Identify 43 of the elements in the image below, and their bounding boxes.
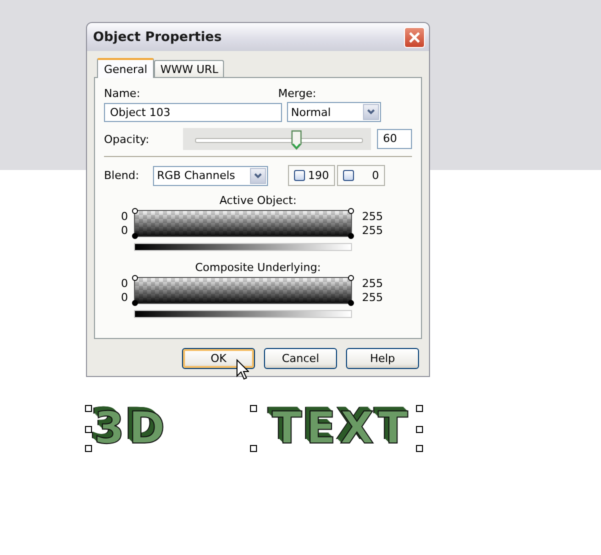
range-value: 0 bbox=[120, 290, 128, 304]
number-spinner[interactable]: 190 bbox=[288, 165, 336, 186]
merge-dropdown[interactable]: Normal bbox=[287, 102, 381, 122]
range-value: 255 bbox=[362, 224, 384, 237]
range-value: 255 bbox=[362, 290, 384, 304]
gradient-range[interactable] bbox=[134, 210, 352, 237]
number-spinner[interactable]: 0 bbox=[337, 165, 386, 186]
field-label: Blend: bbox=[104, 169, 140, 182]
section-title: Active Object: bbox=[218, 194, 298, 207]
selection-handle[interactable] bbox=[416, 405, 423, 412]
tab[interactable]: General bbox=[97, 58, 154, 78]
selection-handle[interactable] bbox=[416, 426, 423, 433]
tab[interactable]: WWW URL bbox=[154, 60, 224, 77]
field-label: Merge: bbox=[278, 87, 316, 100]
ok-button[interactable]: OK bbox=[182, 348, 255, 369]
name-field[interactable]: Object 103 bbox=[104, 102, 282, 122]
range-value: 255 bbox=[362, 210, 384, 224]
close-icon bbox=[409, 32, 420, 42]
selection-handle[interactable] bbox=[250, 445, 257, 452]
spin-handle-icon bbox=[343, 170, 354, 181]
field-label: Name: bbox=[104, 87, 140, 100]
gradient-range[interactable] bbox=[134, 277, 352, 304]
cancel-button[interactable]: Cancel bbox=[264, 348, 337, 369]
range-value: 0 bbox=[120, 210, 128, 224]
opacity-slider[interactable] bbox=[183, 128, 371, 150]
selection-handle[interactable] bbox=[85, 405, 92, 412]
cursor-icon bbox=[236, 359, 249, 380]
slider-thumb[interactable] bbox=[290, 130, 302, 150]
selection-handle[interactable] bbox=[250, 405, 257, 412]
selection-handle[interactable] bbox=[85, 445, 92, 452]
selection-handle[interactable] bbox=[85, 426, 92, 433]
range-value: 0 bbox=[120, 277, 128, 290]
section-title: Composite Underlying: bbox=[194, 261, 322, 274]
window-title: Object Properties bbox=[93, 30, 222, 44]
help-button[interactable]: Help bbox=[346, 348, 419, 369]
selection-handle[interactable] bbox=[416, 445, 423, 452]
blend-dropdown[interactable]: RGB Channels bbox=[153, 166, 268, 186]
range-value: 0 bbox=[120, 224, 128, 237]
opacity-value-field[interactable]: 60 bbox=[377, 129, 412, 149]
field-label: Opacity: bbox=[104, 132, 150, 146]
range-value: 255 bbox=[362, 277, 384, 290]
spin-handle-icon bbox=[294, 170, 306, 181]
close-button[interactable] bbox=[404, 26, 425, 48]
